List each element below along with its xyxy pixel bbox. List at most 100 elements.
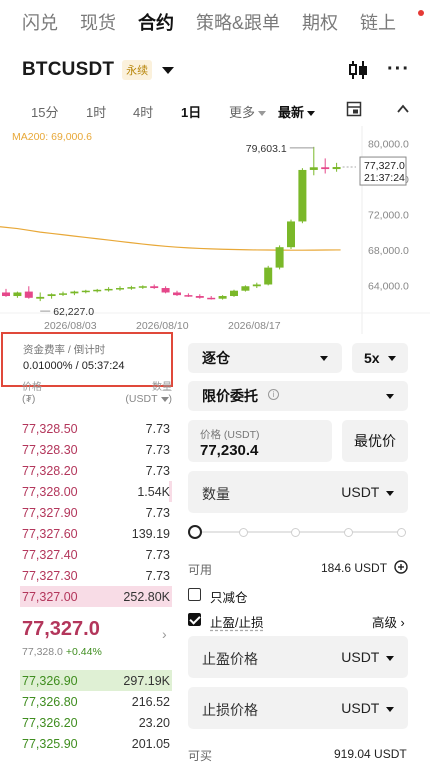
candle-body[interactable]: [2, 292, 10, 297]
candle-body[interactable]: [309, 167, 318, 170]
price-input[interactable]: 价格 (USDT) 77,230.4: [188, 420, 332, 462]
interval-4h[interactable]: 4时: [133, 102, 153, 121]
quantity-input[interactable]: 数量 USDT: [188, 471, 408, 513]
candle-body[interactable]: [24, 291, 33, 298]
candle-body[interactable]: [138, 286, 147, 288]
slider-stop-75[interactable]: [344, 528, 353, 537]
order-type-select[interactable]: 限价委托 i: [188, 381, 408, 411]
candle-body[interactable]: [195, 296, 204, 298]
slider-stop-100[interactable]: [397, 528, 406, 537]
chevron-right-icon[interactable]: ›: [162, 626, 167, 642]
ask-row[interactable]: 77,328.50 7.73: [20, 418, 172, 439]
candle-body[interactable]: [36, 296, 45, 299]
candle-body[interactable]: [127, 287, 136, 289]
bid-row[interactable]: 77,326.80 216.52: [20, 691, 172, 712]
reduce-only-checkbox[interactable]: [188, 588, 201, 601]
tab-flash-swap[interactable]: 闪兑: [22, 9, 58, 35]
tab-futures[interactable]: 合约: [138, 9, 174, 35]
tp-unit-select[interactable]: USDT: [341, 649, 394, 665]
candle-body[interactable]: [241, 286, 250, 291]
row-qty: 216.52: [131, 695, 170, 709]
candle-body[interactable]: [70, 291, 79, 294]
candle-body[interactable]: [47, 294, 56, 297]
slider-handle[interactable]: [188, 525, 202, 539]
interval-15m[interactable]: 15分: [31, 102, 58, 121]
qty-unit-select[interactable]: (USDT): [125, 393, 172, 405]
candle-body[interactable]: [59, 293, 67, 295]
tab-strategy[interactable]: 策略&跟单: [196, 9, 280, 35]
row-price: 77,328.50: [22, 422, 78, 436]
ask-row[interactable]: 77,328.20 7.73: [20, 460, 172, 481]
ask-row[interactable]: 77,327.90 7.73: [20, 502, 172, 523]
chevron-down-icon: [388, 355, 396, 361]
leverage-select[interactable]: 5x: [352, 343, 408, 373]
candle-body[interactable]: [150, 286, 159, 289]
margin-mode-value: 逐仓: [202, 350, 230, 366]
symbol-name[interactable]: BTCUSDT: [22, 59, 114, 81]
candle-body[interactable]: [252, 284, 261, 287]
candle-body[interactable]: [104, 288, 113, 291]
candle-body[interactable]: [173, 292, 181, 296]
bid-row[interactable]: 77,326.20 23.20: [20, 712, 172, 733]
row-qty: 7.73: [145, 464, 170, 478]
symbol-dropdown-icon[interactable]: [162, 66, 175, 74]
bid-row[interactable]: 77,326.90 297.19K: [20, 670, 172, 691]
row-qty: 7.73: [145, 422, 170, 436]
price-type-select[interactable]: 最新: [278, 102, 316, 121]
stop-loss-input[interactable]: 止损价格 USDT: [188, 687, 408, 729]
ask-row[interactable]: 77,327.60 139.19: [20, 523, 172, 544]
candle-body[interactable]: [287, 221, 295, 248]
tab-onchain[interactable]: 链上: [360, 9, 396, 35]
candle-body[interactable]: [161, 288, 170, 293]
ask-row[interactable]: 77,328.00 1.54K: [20, 481, 172, 502]
candle-body[interactable]: [93, 289, 102, 292]
tab-options[interactable]: 期权: [302, 9, 338, 35]
ask-row[interactable]: 77,327.40 7.73: [20, 544, 172, 565]
candle-body[interactable]: [13, 292, 22, 297]
candle-body[interactable]: [230, 290, 238, 297]
tab-spot[interactable]: 现货: [80, 9, 116, 35]
interval-more[interactable]: 更多: [229, 102, 267, 121]
margin-mode-select[interactable]: 逐仓: [188, 343, 342, 373]
candle-body[interactable]: [321, 167, 330, 170]
candle-body[interactable]: [81, 290, 90, 293]
slider-stop-25[interactable]: [239, 528, 248, 537]
add-circle-icon[interactable]: [394, 560, 408, 574]
countdown-tag: 21:37:24: [364, 172, 405, 184]
slider-stop-50[interactable]: [291, 528, 300, 537]
candle-body[interactable]: [218, 296, 227, 299]
candle-body[interactable]: [298, 169, 307, 222]
leverage-value: 5x: [364, 350, 380, 366]
row-qty: 1.54K: [137, 485, 170, 499]
tpsl-checkbox[interactable]: [188, 613, 201, 626]
can-buy-value: 919.04 USDT: [334, 747, 407, 761]
funding-rate-label: 资金费率 / 倒计时: [23, 344, 106, 356]
more-menu-icon[interactable]: ···: [387, 58, 410, 81]
low-marker-label: 62,227.0: [53, 306, 94, 318]
best-price-button[interactable]: 最优价: [342, 420, 408, 462]
take-profit-input[interactable]: 止盈价格 USDT: [188, 636, 408, 678]
ask-row[interactable]: 77,328.30 7.73: [20, 439, 172, 460]
advanced-link[interactable]: 高级 ›: [372, 612, 405, 631]
interval-1h[interactable]: 1时: [86, 102, 106, 121]
candle-body[interactable]: [332, 167, 341, 170]
chart-settings-icon[interactable]: [346, 101, 362, 117]
info-icon[interactable]: i: [268, 389, 279, 400]
candle-body[interactable]: [264, 267, 273, 285]
quantity-unit-select[interactable]: USDT: [341, 484, 394, 500]
sl-unit-select[interactable]: USDT: [341, 700, 394, 716]
interval-1d[interactable]: 1日: [181, 102, 201, 121]
bid-row[interactable]: 77,325.90 201.05: [20, 733, 172, 754]
candle-body[interactable]: [275, 247, 284, 268]
ask-row[interactable]: 77,327.00 252.80K: [20, 586, 172, 607]
candlestick-chart-icon[interactable]: [347, 59, 369, 81]
candle-body[interactable]: [184, 295, 193, 297]
ask-row[interactable]: 77,327.30 7.73: [20, 565, 172, 586]
kline-chart[interactable]: 80,000.076,000.072,000.068,000.064,000.0…: [0, 126, 430, 336]
candle-body[interactable]: [207, 297, 216, 300]
order-type-value: 限价委托: [202, 388, 258, 404]
candle-body[interactable]: [116, 288, 124, 290]
x-tick-label: 2026/08/03: [44, 320, 97, 332]
collapse-chevron-up-icon[interactable]: [396, 102, 410, 116]
quantity-slider[interactable]: [188, 524, 408, 540]
